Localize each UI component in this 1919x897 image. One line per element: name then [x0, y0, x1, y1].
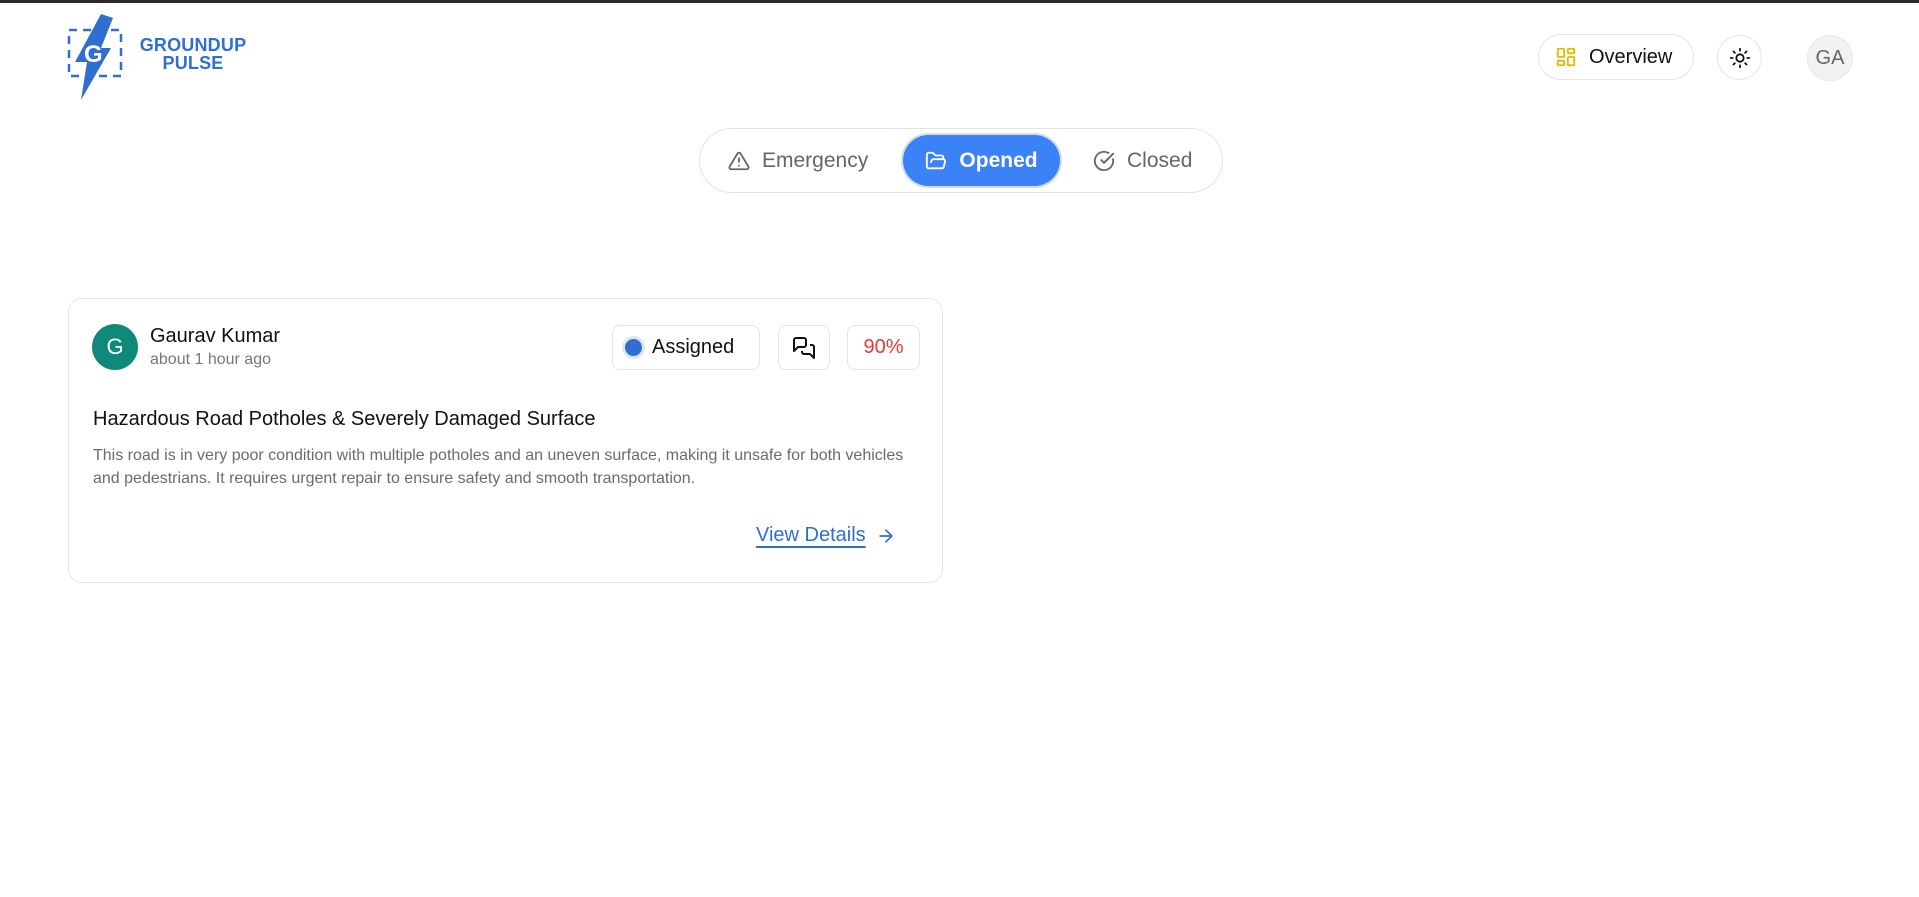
tab-closed[interactable]: Closed [1093, 135, 1192, 186]
top-border [0, 0, 1919, 3]
score-value: 90% [863, 336, 904, 358]
status-label: Assigned [652, 336, 735, 358]
user-avatar-button[interactable]: GA [1807, 35, 1853, 81]
folder-open-icon [926, 151, 947, 169]
user-initials: GA [1815, 46, 1845, 69]
logo-text: GROUNDUP PULSE [139, 35, 247, 73]
bolt-logo-icon: G [67, 14, 123, 100]
author-name: Gaurav Kumar [150, 325, 281, 347]
overview-label: Overview [1589, 45, 1673, 68]
author-initial: G [106, 334, 124, 359]
status-badge: Assigned [612, 325, 760, 370]
issue-description: This road is in very poor condition with… [93, 447, 904, 487]
tab-emergency-label: Emergency [762, 148, 869, 172]
alert-triangle-icon [728, 151, 750, 170]
check-circle-icon [1093, 150, 1115, 171]
svg-text:G: G [84, 41, 103, 68]
layout-grid-icon [1556, 47, 1576, 67]
overview-button[interactable]: Overview [1538, 34, 1694, 80]
author-avatar: G [92, 324, 138, 370]
theme-toggle-button[interactable] [1717, 35, 1762, 80]
issue-title: Hazardous Road Potholes & Severely Damag… [93, 408, 596, 430]
messages-icon [793, 336, 815, 359]
app-logo[interactable]: G GROUNDUP PULSE [67, 14, 247, 100]
tab-closed-label: Closed [1127, 148, 1193, 172]
tab-opened[interactable]: Opened [903, 135, 1060, 186]
issue-card: G Gaurav Kumar about 1 hour ago Assigned… [68, 298, 943, 583]
tab-emergency[interactable]: Emergency [728, 135, 868, 186]
status-dot-icon [625, 339, 642, 356]
score-badge: 90% [847, 325, 920, 370]
arrow-right-icon [879, 528, 893, 543]
view-details-label: View Details [756, 524, 866, 546]
post-time: about 1 hour ago [150, 351, 271, 368]
sun-icon [1729, 47, 1750, 68]
view-details-link[interactable]: View Details [756, 524, 896, 547]
comments-button[interactable] [778, 325, 830, 370]
tab-opened-label: Opened [959, 148, 1038, 172]
issue-status-tabs: Emergency Opened Closed [699, 128, 1223, 193]
